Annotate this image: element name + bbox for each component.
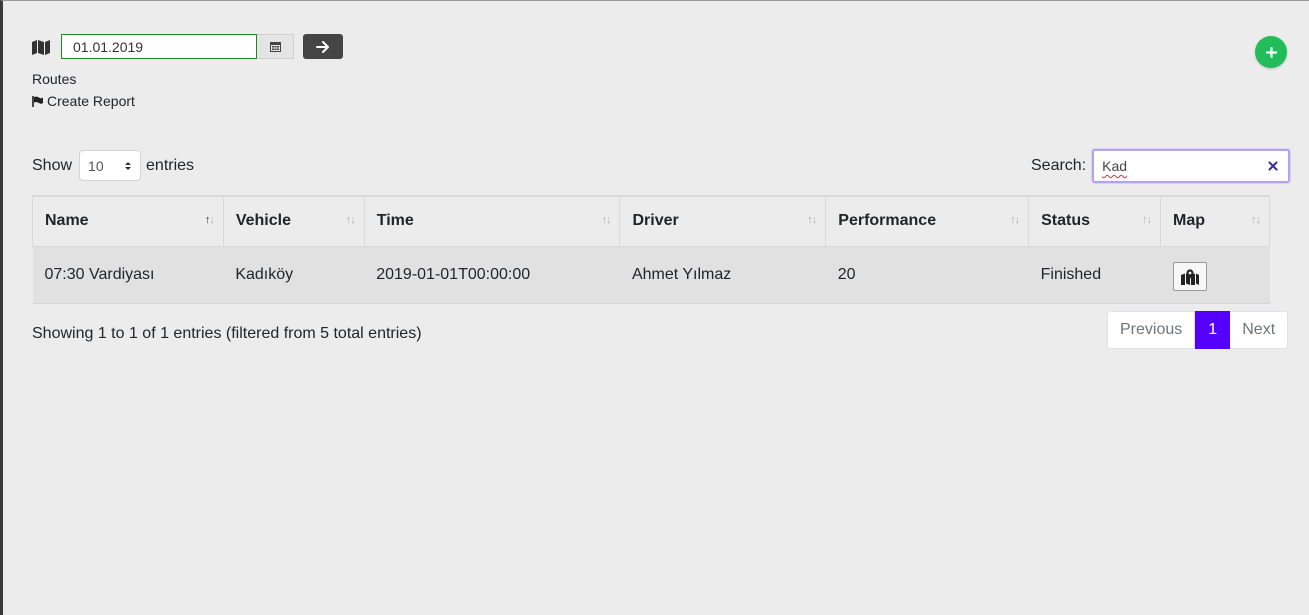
calendar-icon xyxy=(269,42,281,52)
column-header-map[interactable]: Map ↑↓ xyxy=(1160,195,1270,247)
entries-label: entries xyxy=(146,156,195,174)
table-info: Showing 1 to 1 of 1 entries (filtered fr… xyxy=(32,325,422,342)
sort-icon: ↑↓ xyxy=(807,214,817,226)
page-length-value: 10 xyxy=(88,157,104,174)
map-icon xyxy=(32,39,50,55)
sort-icon: ↑↓ xyxy=(1142,214,1152,226)
search-input[interactable]: Kad xyxy=(1092,149,1291,183)
column-header-performance[interactable]: Performance ↑↓ xyxy=(825,195,1030,247)
cell-name: 07:30 Vardiyası xyxy=(32,246,224,304)
create-report-label: Create Report xyxy=(47,93,135,109)
table-header-row: Name ↑↓ Vehicle ↑↓ Time ↑↓ Driver ↑↓ Perform… xyxy=(32,195,1270,247)
previous-page-button[interactable]: Previous xyxy=(1107,311,1196,349)
select-arrows-icon xyxy=(125,161,132,170)
column-header-time[interactable]: Time ↑↓ xyxy=(363,195,621,247)
column-header-driver[interactable]: Driver ↑↓ xyxy=(619,195,827,247)
date-input[interactable] xyxy=(61,34,257,59)
sort-icon: ↑↓ xyxy=(345,214,356,226)
page-length-select[interactable]: 10 xyxy=(79,150,142,181)
show-label: Show xyxy=(32,156,73,174)
search-control: Search: Kad xyxy=(1031,149,1291,183)
page-frame: Routes Create Report Show 10 entries Sea… xyxy=(0,0,1309,615)
routes-table: Name ↑↓ Vehicle ↑↓ Time ↑↓ Driver ↑↓ Perform… xyxy=(32,195,1270,304)
sort-icon: ↑↓ xyxy=(1251,214,1261,226)
routes-link[interactable]: Routes xyxy=(32,71,76,87)
calendar-button[interactable] xyxy=(257,34,294,59)
cell-driver: Ahmet Yılmaz xyxy=(619,246,826,304)
map-marker-icon xyxy=(1180,268,1199,285)
cell-map xyxy=(1160,246,1270,304)
clear-icon[interactable] xyxy=(1268,161,1278,171)
next-page-button[interactable]: Next xyxy=(1230,311,1289,349)
sort-icon: ↑↓ xyxy=(601,214,611,226)
plus-icon xyxy=(1265,46,1277,58)
cell-time: 2019-01-01T00:00:00 xyxy=(364,246,620,304)
cell-status: Finished xyxy=(1028,246,1161,304)
add-button[interactable] xyxy=(1255,36,1287,68)
length-control: Show 10 entries xyxy=(32,150,194,181)
arrow-right-icon xyxy=(316,40,329,53)
column-header-vehicle[interactable]: Vehicle ↑↓ xyxy=(222,195,365,247)
flag-icon xyxy=(32,95,43,107)
cell-performance: 20 xyxy=(825,246,1029,304)
pagination: Previous 1 Next xyxy=(1107,311,1289,349)
sort-icon: ↑↓ xyxy=(1010,214,1020,226)
page-1-button[interactable]: 1 xyxy=(1195,311,1231,349)
view-map-button[interactable] xyxy=(1172,262,1207,291)
cell-vehicle: Kadıköy xyxy=(223,246,365,304)
create-report-link[interactable]: Create Report xyxy=(32,93,135,109)
toolbar xyxy=(31,34,343,59)
search-value: Kad xyxy=(1102,158,1128,174)
go-button[interactable] xyxy=(303,34,343,59)
search-label: Search: xyxy=(1031,157,1087,174)
table-row: 07:30 Vardiyası Kadıköy 2019-01-01T00:00… xyxy=(32,246,1270,304)
sort-asc-icon: ↑↓ xyxy=(204,214,215,226)
column-header-name[interactable]: Name ↑↓ xyxy=(32,195,224,247)
column-header-status[interactable]: Status ↑↓ xyxy=(1028,195,1162,247)
